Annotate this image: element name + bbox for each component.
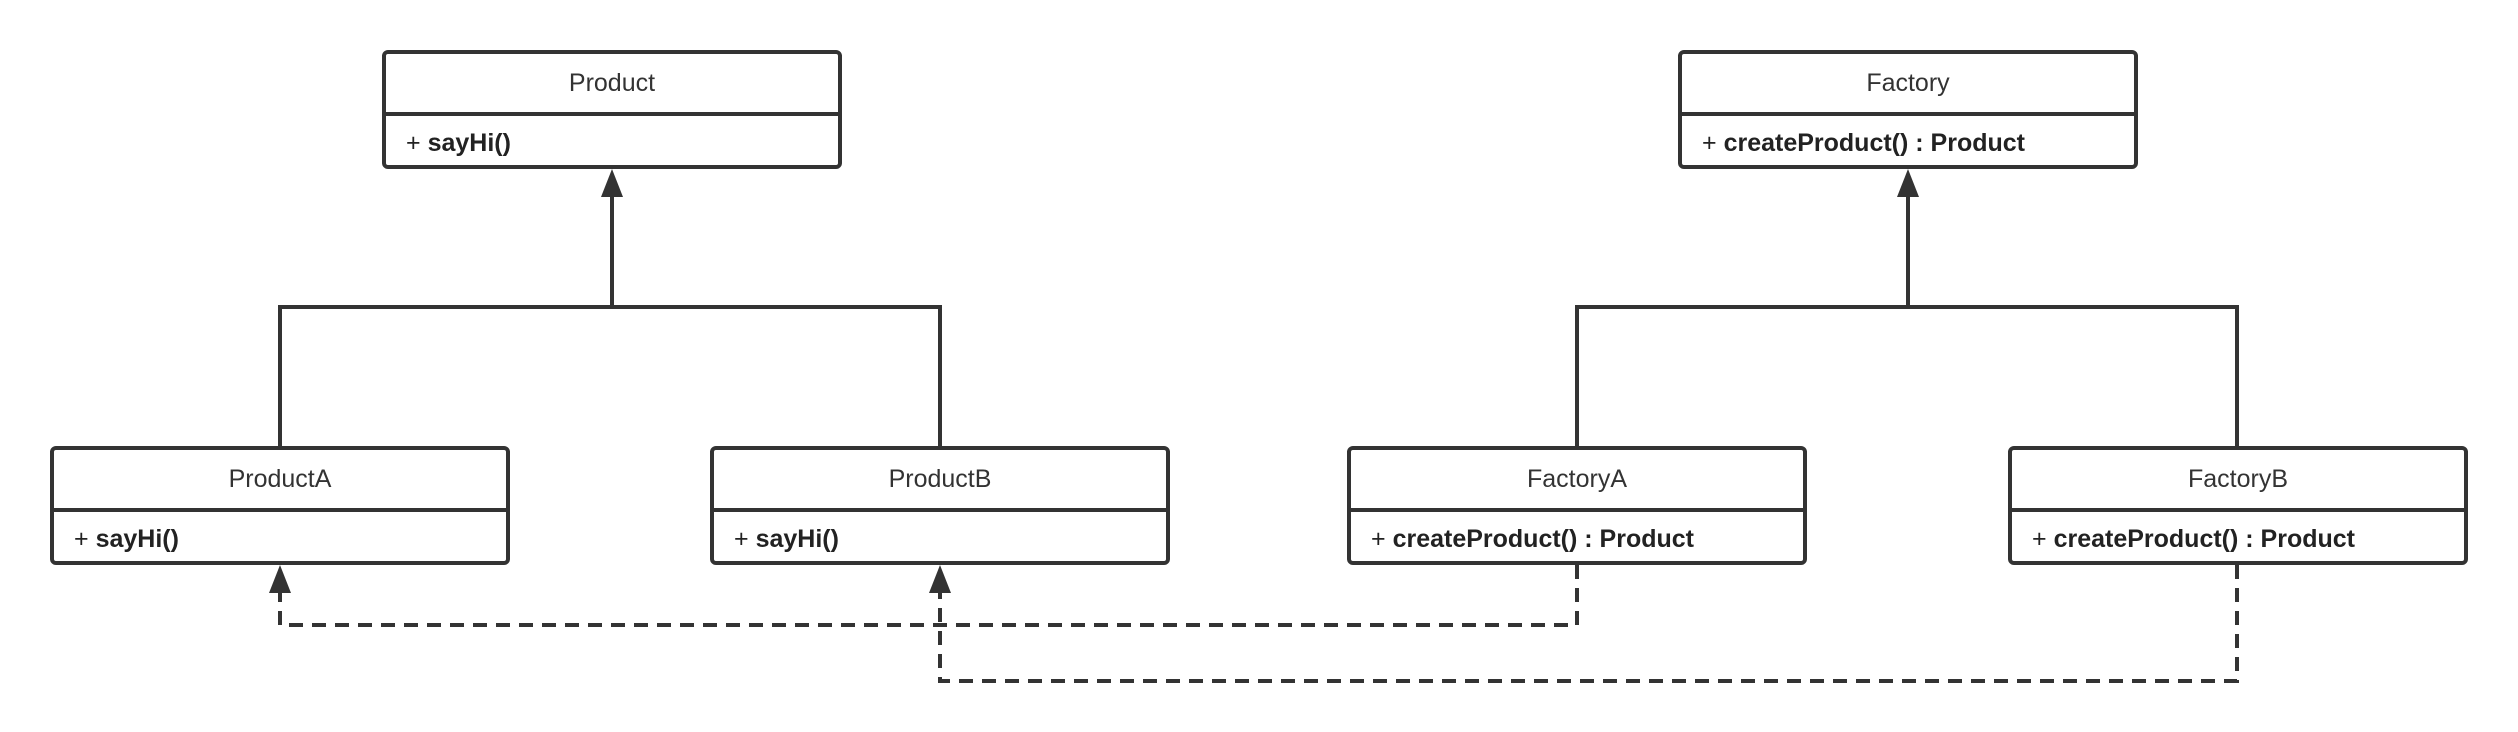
arrowhead-productB [929, 565, 951, 593]
class-method: + createProduct() : Product [1682, 116, 2134, 170]
class-productA[interactable]: ProductA + sayHi() [50, 446, 510, 565]
arrowhead-productA [269, 565, 291, 593]
class-name: ProductA [54, 450, 506, 512]
visibility: + [1371, 525, 1386, 553]
arrowhead-factory [1897, 169, 1919, 197]
arrowhead-product [601, 169, 623, 197]
method-name: sayHi() [95, 525, 179, 553]
class-productB[interactable]: ProductB + sayHi() [710, 446, 1170, 565]
class-factoryA[interactable]: FactoryA + createProduct() : Product [1347, 446, 1807, 565]
dependency-factoryB-productB [938, 565, 2239, 683]
class-method: + sayHi() [54, 512, 506, 566]
method-name: sayHi() [755, 525, 839, 553]
visibility: + [1702, 129, 1717, 157]
method-name: sayHi() [427, 129, 511, 157]
class-name: ProductB [714, 450, 1166, 512]
class-name: Product [386, 54, 838, 116]
method-name: createProduct() : Product [1392, 525, 1694, 553]
visibility: + [734, 525, 749, 553]
class-method: + sayHi() [714, 512, 1166, 566]
method-name: createProduct() : Product [1723, 129, 2025, 157]
inheritance-factoryB [1908, 305, 2239, 446]
inheritance-productA [278, 305, 612, 446]
method-name: createProduct() : Product [2053, 525, 2355, 553]
visibility: + [406, 129, 421, 157]
class-factoryB[interactable]: FactoryB + createProduct() : Product [2008, 446, 2468, 565]
dependency-factoryA-productA [278, 565, 1579, 627]
class-factory[interactable]: Factory + createProduct() : Product [1678, 50, 2138, 169]
inheritance-productB [612, 305, 942, 446]
class-product[interactable]: Product + sayHi() [382, 50, 842, 169]
connectors [269, 169, 2239, 683]
class-name: Factory [1682, 54, 2134, 116]
class-name: FactoryB [2012, 450, 2464, 512]
class-method: + createProduct() : Product [2012, 512, 2464, 566]
inheritance-factoryA [1575, 305, 1908, 446]
class-method: + sayHi() [386, 116, 838, 170]
visibility: + [74, 525, 89, 553]
class-method: + createProduct() : Product [1351, 512, 1803, 566]
class-name: FactoryA [1351, 450, 1803, 512]
visibility: + [2032, 525, 2047, 553]
